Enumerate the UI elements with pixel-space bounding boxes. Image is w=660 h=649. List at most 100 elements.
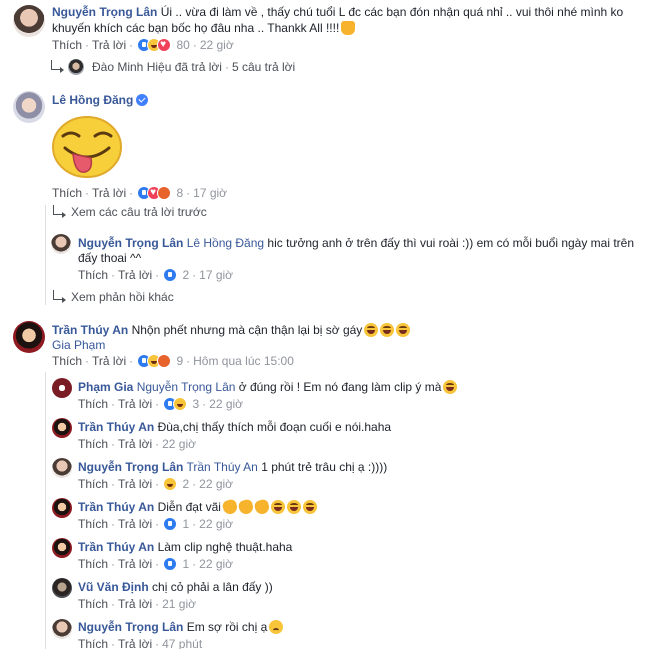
comment-actions: Thích · Trả lời · 3 · 22 giờ bbox=[78, 397, 244, 411]
laughing-emoji-icon bbox=[270, 500, 285, 514]
reactions-icon[interactable] bbox=[137, 354, 172, 368]
timestamp[interactable]: 22 giờ bbox=[199, 557, 233, 571]
avatar[interactable] bbox=[52, 498, 72, 518]
reply-arrow-icon bbox=[53, 290, 66, 303]
comment-author[interactable]: Lê Hồng Đăng bbox=[52, 93, 133, 107]
comment-actions: Thích · Trả lời · 22 giờ bbox=[78, 437, 196, 451]
clapping-emoji-icon bbox=[221, 498, 239, 516]
reply-link[interactable]: Trả lời bbox=[92, 186, 126, 200]
comment-actions: Thích·Trả lời· 80·22 giờ bbox=[52, 37, 234, 53]
reactions-icon[interactable] bbox=[163, 268, 178, 282]
like-link[interactable]: Thích bbox=[78, 397, 108, 411]
mention-link[interactable]: Nguyễn Trọng Lân bbox=[137, 380, 236, 394]
reply-link[interactable]: Trả lời bbox=[118, 437, 152, 451]
reactions-icon[interactable] bbox=[137, 185, 172, 201]
comment-text: Em sợ rồi chị ạ bbox=[186, 620, 268, 634]
avatar[interactable] bbox=[51, 234, 71, 254]
timestamp[interactable]: 22 giờ bbox=[200, 38, 234, 52]
clapping-emoji-icon bbox=[253, 498, 271, 516]
like-link[interactable]: Thích bbox=[78, 437, 108, 451]
like-link[interactable]: Thích bbox=[78, 637, 108, 649]
view-previous-replies-link[interactable]: Xem các câu trả lời trước bbox=[71, 204, 207, 220]
laughing-emoji-icon bbox=[286, 500, 301, 514]
comment-text: Úi .. vừa đi làm về , thấy chú tuổi L đc… bbox=[160, 5, 624, 19]
comment-actions: Thích · Trả lời · 2 · 17 giờ bbox=[78, 268, 234, 282]
comment-text: Nhộn phết nhưng mà cận thận lại bị sờ gá… bbox=[131, 323, 363, 337]
avatar[interactable] bbox=[52, 458, 72, 478]
replies-summary[interactable]: Đào Minh Hiệu đã trả lời · 5 câu trả lời bbox=[92, 59, 295, 75]
like-link[interactable]: Thích bbox=[52, 354, 82, 368]
avatar[interactable] bbox=[52, 378, 72, 398]
clapping-emoji-icon bbox=[237, 498, 255, 516]
laughing-emoji-icon bbox=[396, 323, 411, 337]
timestamp[interactable]: 17 giờ bbox=[199, 268, 233, 282]
comment-text: chị cỏ phải a lân đấy )) bbox=[152, 580, 273, 594]
reactions-icon[interactable] bbox=[163, 477, 178, 491]
reply-link[interactable]: Trả lời bbox=[118, 517, 152, 531]
avatar[interactable] bbox=[13, 91, 45, 123]
reply-arrow-icon bbox=[51, 60, 64, 73]
mention-link[interactable]: Lê Hồng Đăng bbox=[187, 236, 264, 250]
reply-link[interactable]: Trả lời bbox=[92, 38, 126, 52]
view-more-replies-link[interactable]: Xem phản hồi khác bbox=[71, 289, 174, 305]
like-link[interactable]: Thích bbox=[52, 186, 82, 200]
avatar[interactable] bbox=[13, 5, 45, 37]
timestamp[interactable]: 22 giờ bbox=[199, 477, 233, 491]
comment-author[interactable]: Trần Thúy An bbox=[78, 540, 154, 554]
avatar[interactable] bbox=[52, 578, 72, 598]
reactions-icon[interactable] bbox=[163, 517, 178, 531]
like-link[interactable]: Thích bbox=[78, 517, 108, 531]
timestamp[interactable]: 21 giờ bbox=[162, 597, 196, 611]
avatar[interactable] bbox=[52, 538, 72, 558]
laughing-emoji-icon bbox=[364, 323, 379, 337]
comment-author[interactable]: Trần Thúy An bbox=[52, 323, 128, 337]
reply-link[interactable]: Trả lời bbox=[92, 354, 126, 368]
timestamp[interactable]: 22 giờ bbox=[209, 397, 243, 411]
timestamp[interactable]: 47 phút bbox=[162, 637, 202, 649]
reply-link[interactable]: Trả lời bbox=[118, 637, 152, 649]
avatar[interactable] bbox=[52, 619, 72, 639]
like-link[interactable]: Thích bbox=[78, 597, 108, 611]
verified-badge-icon bbox=[136, 94, 149, 106]
timestamp[interactable]: Hôm qua lúc 15:00 bbox=[193, 354, 294, 368]
reply-link[interactable]: Trả lời bbox=[118, 397, 152, 411]
comment-actions: Thích·Trả lời· 8·17 giờ bbox=[52, 185, 227, 201]
like-link[interactable]: Thích bbox=[78, 557, 108, 571]
reactions-icon[interactable] bbox=[163, 557, 178, 571]
reactions-icon[interactable] bbox=[163, 397, 188, 411]
laughing-emoji-icon bbox=[302, 500, 317, 514]
reaction-count[interactable]: 80 bbox=[176, 38, 189, 52]
comment-author[interactable]: Nguyễn Trọng Lân bbox=[52, 5, 157, 19]
thumbs-up-emoji-icon bbox=[341, 21, 356, 35]
reply-link[interactable]: Trả lời bbox=[118, 268, 152, 282]
avatar[interactable] bbox=[13, 321, 45, 353]
reply-link[interactable]: Trả lời bbox=[118, 597, 152, 611]
timestamp[interactable]: 22 giờ bbox=[199, 517, 233, 531]
comment-author[interactable]: Vũ Văn Định bbox=[78, 580, 149, 594]
comment-text: 1 phút trẻ trâu chị ạ :)))) bbox=[261, 460, 388, 474]
comment-author[interactable]: Nguyễn Trọng Lân bbox=[78, 460, 183, 474]
comment-author[interactable]: Trần Thúy An bbox=[78, 420, 154, 434]
timestamp[interactable]: 17 giờ bbox=[193, 186, 227, 200]
comment-actions: Thích · Trả lời · 1 · 22 giờ bbox=[78, 557, 234, 571]
comment-actions: Thích · Trả lời · 2 · 22 giờ bbox=[78, 477, 234, 491]
timestamp[interactable]: 22 giờ bbox=[162, 437, 196, 451]
reply-link[interactable]: Trả lời bbox=[118, 557, 152, 571]
avatar bbox=[68, 59, 84, 75]
laughing-emoji-icon bbox=[380, 323, 395, 337]
comment-author[interactable]: Nguyễn Trọng Lân bbox=[78, 236, 183, 250]
comment-author[interactable]: Phạm Gia bbox=[78, 380, 133, 394]
reactions-icon[interactable] bbox=[137, 37, 172, 53]
comment-author[interactable]: Trần Thúy An bbox=[78, 500, 154, 514]
comment-text: đấy thoai ^^ bbox=[78, 251, 142, 265]
tagged-user-link[interactable]: Gia Phạm bbox=[52, 337, 105, 353]
like-link[interactable]: Thích bbox=[78, 268, 108, 282]
like-link[interactable]: Thích bbox=[78, 477, 108, 491]
comment-author[interactable]: Nguyễn Trọng Lân bbox=[78, 620, 183, 634]
comment-actions: Thích · Trả lời · 21 giờ bbox=[78, 597, 196, 611]
like-link[interactable]: Thích bbox=[52, 38, 82, 52]
reply-link[interactable]: Trả lời bbox=[118, 477, 152, 491]
avatar[interactable] bbox=[52, 418, 72, 438]
comment-text: Làm clip nghệ thuật.haha bbox=[157, 540, 293, 554]
mention-link[interactable]: Trần Thúy An bbox=[186, 460, 257, 474]
